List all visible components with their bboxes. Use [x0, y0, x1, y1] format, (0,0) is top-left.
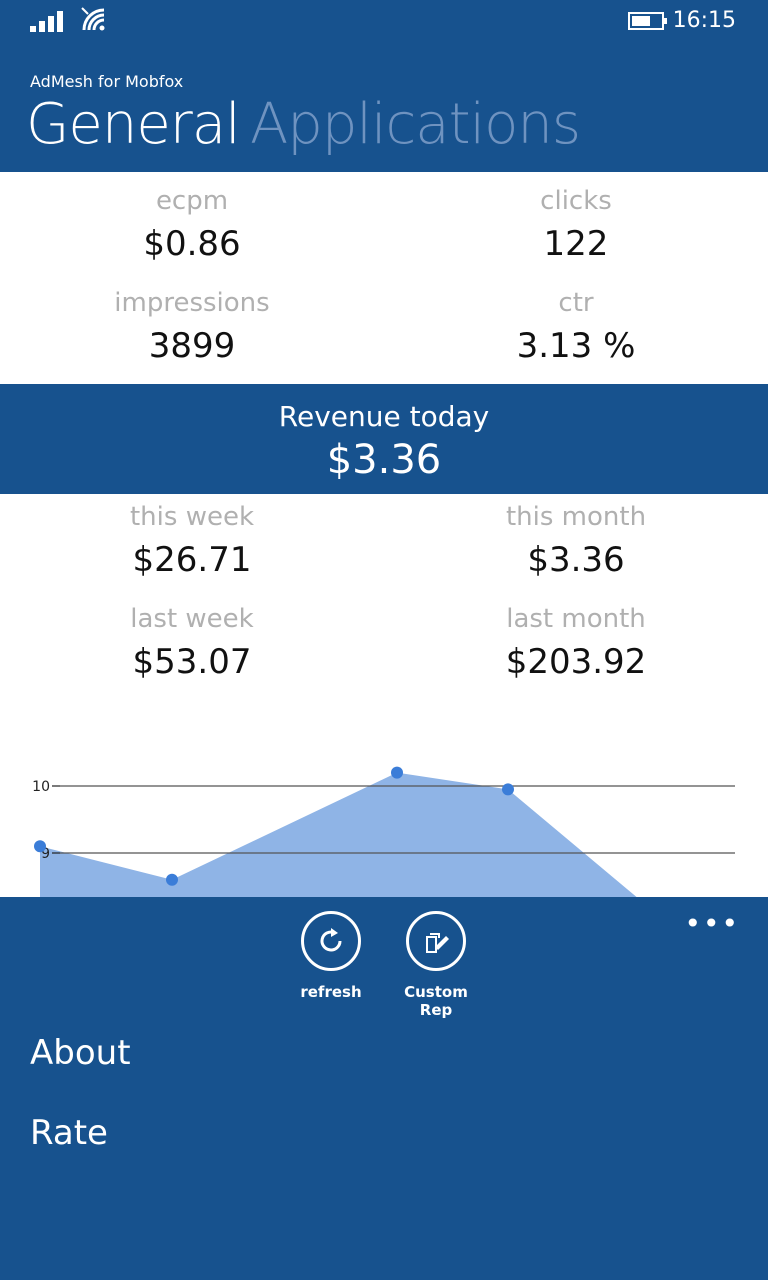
last-week-stat: last week $53.07 [0, 604, 384, 682]
clicks-label: clicks [540, 186, 612, 216]
impressions-stat: impressions 3899 [0, 288, 384, 366]
app-title: AdMesh for Mobfox [30, 72, 184, 91]
revenue-today-value: $3.36 [326, 437, 442, 483]
header: 16:15 AdMesh for Mobfox General Applicat… [0, 0, 768, 172]
ecpm-value: $0.86 [143, 224, 241, 264]
this-month-stat: this month $3.36 [384, 502, 768, 580]
data-point [391, 766, 403, 779]
refresh-label: refresh [300, 983, 362, 1001]
refresh-icon [301, 911, 361, 971]
data-point [34, 840, 46, 853]
menu-item-about[interactable]: About [30, 1033, 131, 1073]
last-month-label: last month [506, 604, 646, 634]
ctr-stat: ctr 3.13 % [384, 288, 768, 366]
last-month-value: $203.92 [505, 642, 647, 682]
tab-applications[interactable]: Applications [250, 92, 581, 157]
this-month-label: this month [505, 502, 647, 532]
y-tick-label: 10 [32, 779, 50, 795]
revenue-today-label: Revenue today [278, 400, 490, 433]
impressions-value: 3899 [148, 326, 236, 366]
ctr-label: ctr [558, 288, 594, 318]
this-week-value: $26.71 [132, 540, 252, 580]
more-options-icon[interactable]: ••• [684, 907, 740, 940]
impressions-label: impressions [114, 288, 270, 318]
ecpm-stat: ecpm $0.86 [0, 186, 384, 264]
clicks-value: 122 [543, 224, 609, 264]
custom-report-label: Custom Rep [404, 983, 468, 1019]
revenue-area-chart: 109 [32, 766, 735, 897]
wifi-icon [81, 7, 105, 31]
edit-report-icon [406, 911, 466, 971]
last-week-label: last week [130, 604, 254, 634]
data-point [502, 783, 514, 796]
ecpm-label: ecpm [155, 186, 229, 216]
ctr-value: 3.13 % [516, 326, 636, 366]
custom-report-button[interactable]: Custom Rep [386, 911, 486, 1019]
refresh-button[interactable]: refresh [281, 911, 381, 1001]
this-week-label: this week [129, 502, 255, 532]
last-week-value: $53.07 [132, 642, 252, 682]
battery-icon [628, 12, 667, 30]
tab-general[interactable]: General [26, 92, 241, 157]
data-point [166, 873, 178, 886]
clicks-stat: clicks 122 [384, 186, 768, 264]
menu-item-rate[interactable]: Rate [30, 1113, 108, 1153]
series-area [40, 772, 640, 897]
status-time: 16:15 [672, 8, 736, 33]
this-week-stat: this week $26.71 [0, 502, 384, 580]
signal-strength-icon [30, 11, 63, 32]
app-bar: refresh Custom Rep ••• About Rate [0, 897, 768, 1280]
revenue-today-band: Revenue today $3.36 [0, 384, 768, 494]
this-month-value: $3.36 [527, 540, 625, 580]
last-month-stat: last month $203.92 [384, 604, 768, 682]
